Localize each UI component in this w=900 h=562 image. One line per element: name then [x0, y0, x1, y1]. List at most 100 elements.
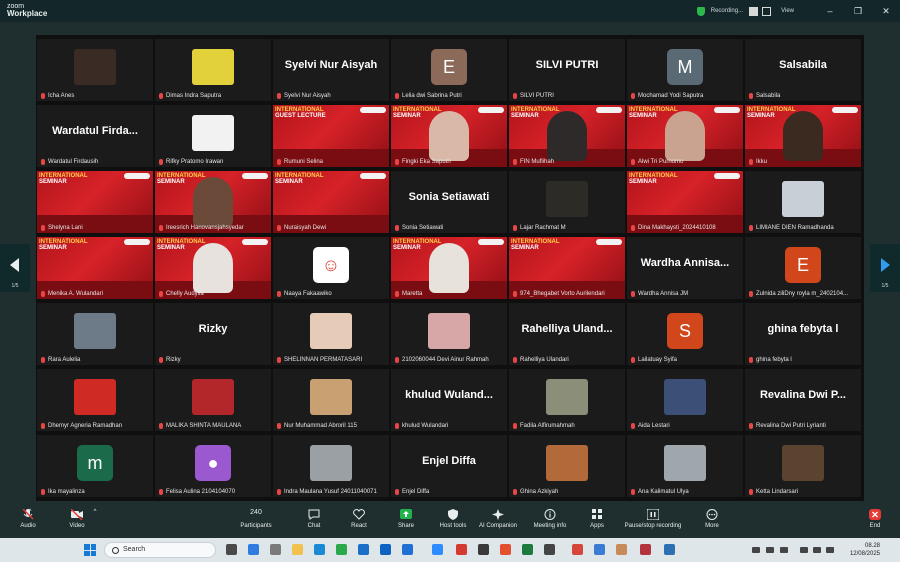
- participant-tile[interactable]: Icha Anes: [37, 39, 153, 101]
- participant-tile[interactable]: Wardha Annisa... Wardha Annisa JM: [627, 237, 743, 299]
- tray-icon-2[interactable]: [766, 547, 774, 553]
- participant-tile[interactable]: Rara Aulelia: [37, 303, 153, 365]
- participant-tile[interactable]: Nur Muhammad Abroril 115: [273, 369, 389, 431]
- shield-icon[interactable]: [696, 6, 705, 16]
- wifi-icon[interactable]: [800, 547, 808, 553]
- participant-tile[interactable]: Sonia Setiawati Sonia Setiawati: [391, 171, 507, 233]
- excel-icon[interactable]: [522, 544, 533, 555]
- participant-tile[interactable]: Salsabila Salsabila: [745, 39, 861, 101]
- participant-tile[interactable]: Rahelliya Uland... Rahelliya Ulandari: [509, 303, 625, 365]
- file-explorer-icon[interactable]: [292, 544, 303, 555]
- mail-icon[interactable]: [358, 544, 369, 555]
- next-page-button[interactable]: 1/5: [870, 244, 900, 292]
- participant-tile[interactable]: INTERNATIONAL SEMINAR Shelyna Lani: [37, 171, 153, 233]
- battery-icon[interactable]: [826, 547, 834, 553]
- acrobat-icon[interactable]: [456, 544, 467, 555]
- host-tools-button[interactable]: Host tools: [428, 509, 478, 529]
- app-icon-5[interactable]: [640, 544, 651, 555]
- tray-icon-3[interactable]: [780, 547, 788, 553]
- video-options-caret[interactable]: ^: [90, 509, 100, 515]
- participant-tile[interactable]: khulud Wuland... khulud Wulandari: [391, 369, 507, 431]
- photos-icon[interactable]: [594, 544, 605, 555]
- participant-tile[interactable]: SILVI PUTRI SILVI PUTRI: [509, 39, 625, 101]
- participant-tile[interactable]: MALIKA SHINTA MAULANA: [155, 369, 271, 431]
- ai-companion-button[interactable]: AI Companion: [473, 509, 523, 529]
- participant-tile[interactable]: INTERNATIONAL SEMINAR Maretta: [391, 237, 507, 299]
- chrome-icon[interactable]: [572, 544, 583, 555]
- audio-options-caret[interactable]: ^: [25, 509, 35, 515]
- participant-tile[interactable]: INTERNATIONAL SEMINAR Ireesrich Hanovansja…: [155, 171, 271, 233]
- zoom-app-icon[interactable]: [432, 544, 443, 555]
- participant-tile[interactable]: Indra Maulana Yusuf 24011040071: [273, 435, 389, 497]
- task-view-icon[interactable]: [226, 544, 237, 555]
- participant-tile[interactable]: INTERNATIONAL SEMINAR FIN Muflihah: [509, 105, 625, 167]
- chat-button[interactable]: Chat: [289, 509, 339, 529]
- maximize-button[interactable]: ❐: [844, 6, 872, 17]
- windows-start-icon[interactable]: [84, 544, 96, 556]
- participant-tile[interactable]: 2102060044 Devi Ainur Rahmah: [391, 303, 507, 365]
- participant-tile[interactable]: INTERNATIONAL SEMINAR Nuraisyah Dewi: [273, 171, 389, 233]
- close-button[interactable]: ✕: [872, 6, 900, 17]
- participant-tile[interactable]: Rifky Pratomo Irawan: [155, 105, 271, 167]
- participant-tile[interactable]: Ghina Azkiyah: [509, 435, 625, 497]
- edge-browser-icon[interactable]: [314, 544, 325, 555]
- participant-tile[interactable]: SHELINNAN PERMATASARI: [273, 303, 389, 365]
- participant-tile[interactable]: Ketta Lindarsari: [745, 435, 861, 497]
- stop-recording-icon[interactable]: [762, 6, 772, 16]
- participant-tile[interactable]: Wardatul Firda... Wardatul Firdausih: [37, 105, 153, 167]
- participant-tile[interactable]: Syelvi Nur Aisyah Syelvi Nur Aisyah: [273, 39, 389, 101]
- participant-tile[interactable]: ● Felisa Aulina 2104104070: [155, 435, 271, 497]
- participant-tile[interactable]: Dhemyr Agneria Ramadhan: [37, 369, 153, 431]
- apps-button[interactable]: Apps: [572, 509, 622, 529]
- participants-button[interactable]: 240 Participants: [231, 509, 281, 529]
- participant-tile[interactable]: INTERNATIONAL SEMINAR Fingki Eka Saputri: [391, 105, 507, 167]
- participant-tile[interactable]: E Lelia dwi Sabrina Putri: [391, 39, 507, 101]
- end-meeting-button[interactable]: End: [850, 509, 900, 529]
- participant-tile[interactable]: Dimas Indra Saputra: [155, 39, 271, 101]
- outlook-icon[interactable]: [380, 544, 391, 555]
- participant-tile[interactable]: INTERNATIONAL SEMINAR Chelly Audylia: [155, 237, 271, 299]
- participant-tile[interactable]: INTERNATIONAL SEMINAR 974_Bhegabet Vorto A…: [509, 237, 625, 299]
- pause-recording-icon[interactable]: [749, 6, 759, 16]
- view-menu[interactable]: View: [781, 8, 794, 14]
- prev-page-button[interactable]: 1/5: [0, 244, 30, 292]
- participant-tile[interactable]: INTERNATIONAL SEMINAR Alwi Tri Purnomo: [627, 105, 743, 167]
- app-icon-2[interactable]: [500, 544, 511, 555]
- minimize-button[interactable]: –: [816, 6, 844, 16]
- participant-tile[interactable]: ☺ Naaya Fakaawiko: [273, 237, 389, 299]
- app-icon-3[interactable]: [544, 544, 555, 555]
- participant-tile[interactable]: Ana Kalimatul Ulya: [627, 435, 743, 497]
- participant-tile[interactable]: INTERNATIONAL GUEST LECTURE Rumuni Selina: [273, 105, 389, 167]
- participant-tile[interactable]: LIMIANE DIEN Ramadhanda: [745, 171, 861, 233]
- taskbar-search-box[interactable]: Search: [104, 542, 216, 558]
- store-icon[interactable]: [336, 544, 347, 555]
- pause-stop-recording-button[interactable]: Pause/stop recording: [622, 509, 684, 529]
- tray-icon-1[interactable]: [752, 547, 760, 553]
- app-icon-6[interactable]: [664, 544, 675, 555]
- participant-tile[interactable]: INTERNATIONAL SEMINAR Ikku: [745, 105, 861, 167]
- copilot-icon[interactable]: [248, 544, 259, 555]
- volume-icon[interactable]: [813, 547, 821, 553]
- participant-tile[interactable]: Aida Lestari: [627, 369, 743, 431]
- more-button[interactable]: More: [687, 509, 737, 529]
- participant-tile[interactable]: Rizky Rizky: [155, 303, 271, 365]
- participant-tile[interactable]: M Mochamad Yodi Saputra: [627, 39, 743, 101]
- word-icon[interactable]: [402, 544, 413, 555]
- participant-tile[interactable]: ghina febyta l ghina febyta l: [745, 303, 861, 365]
- share-button[interactable]: Share: [381, 509, 431, 529]
- participant-tile[interactable]: INTERNATIONAL SEMINAR Dina Makhaysti_20244…: [627, 171, 743, 233]
- participant-tile[interactable]: Enjel Diffa Enjel Diffa: [391, 435, 507, 497]
- participant-tile[interactable]: Revalina Dwi P... Revalina Dwi Putri Lyri…: [745, 369, 861, 431]
- participant-tile[interactable]: m Ika mayalinza: [37, 435, 153, 497]
- react-button[interactable]: React: [334, 509, 384, 529]
- app-icon-1[interactable]: [478, 544, 489, 555]
- participant-tile[interactable]: Fadila Alfirumahmah: [509, 369, 625, 431]
- participant-tile[interactable]: INTERNATIONAL SEMINAR Menika A. Wulandari: [37, 237, 153, 299]
- settings-gear-icon[interactable]: [270, 544, 281, 555]
- taskbar-clock[interactable]: 08.28 12/08/2025: [850, 542, 880, 558]
- participant-tile[interactable]: E Zulnida ziliDny royla m_2402104...: [745, 237, 861, 299]
- participant-tile[interactable]: Lajar Rachmat M: [509, 171, 625, 233]
- participant-tile[interactable]: S Lailatuay Syifa: [627, 303, 743, 365]
- app-icon-4[interactable]: [616, 544, 627, 555]
- meeting-info-button[interactable]: Meeting info: [525, 509, 575, 529]
